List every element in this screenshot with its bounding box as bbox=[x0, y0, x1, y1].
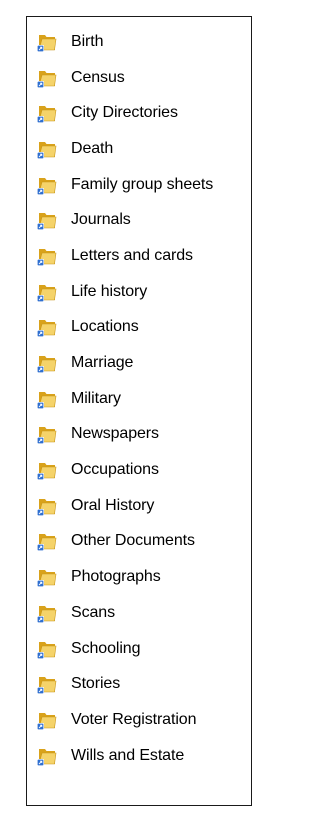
folder-icon bbox=[37, 498, 57, 516]
folder-icon bbox=[37, 570, 57, 588]
folder-list: Birth Census City Directories Death Family g… bbox=[35, 24, 251, 773]
folder-icon bbox=[37, 34, 57, 52]
folder-item[interactable]: Locations bbox=[35, 310, 251, 346]
folder-item-label: Stories bbox=[71, 675, 121, 693]
folder-item-label: Marriage bbox=[71, 354, 134, 372]
folder-item[interactable]: Stories bbox=[35, 666, 251, 702]
folder-item[interactable]: Other Documents bbox=[35, 524, 251, 560]
folder-item[interactable]: Census bbox=[35, 60, 251, 96]
folder-item[interactable]: Voter Registration bbox=[35, 702, 251, 738]
folder-item[interactable]: City Directories bbox=[35, 95, 251, 131]
folder-item[interactable]: Death bbox=[35, 131, 251, 167]
folder-icon bbox=[37, 427, 57, 445]
folder-icon bbox=[37, 320, 57, 338]
folder-item[interactable]: Family group sheets bbox=[35, 167, 251, 203]
folder-list-panel: Birth Census City Directories Death Family g… bbox=[26, 16, 252, 806]
folder-item-label: Locations bbox=[71, 318, 139, 336]
folder-item-label: Voter Registration bbox=[71, 710, 197, 728]
folder-icon bbox=[37, 534, 57, 552]
folder-item-label: Birth bbox=[71, 32, 104, 50]
folder-item-label: Oral History bbox=[71, 496, 155, 514]
folder-icon bbox=[37, 213, 57, 231]
folder-item-label: Death bbox=[71, 139, 114, 157]
folder-item[interactable]: Letters and cards bbox=[35, 238, 251, 274]
folder-item-label: Photographs bbox=[71, 568, 161, 586]
folder-item[interactable]: Birth bbox=[35, 24, 251, 60]
folder-item[interactable]: Newspapers bbox=[35, 417, 251, 453]
folder-item[interactable]: Photographs bbox=[35, 559, 251, 595]
folder-icon bbox=[37, 391, 57, 409]
folder-item-label: City Directories bbox=[71, 104, 178, 122]
folder-icon bbox=[37, 677, 57, 695]
folder-icon bbox=[37, 106, 57, 124]
folder-icon bbox=[37, 641, 57, 659]
folder-icon bbox=[37, 177, 57, 195]
folder-item[interactable]: Journals bbox=[35, 202, 251, 238]
folder-item[interactable]: Oral History bbox=[35, 488, 251, 524]
folder-item-label: Occupations bbox=[71, 461, 159, 479]
folder-icon bbox=[37, 141, 57, 159]
folder-icon bbox=[37, 284, 57, 302]
folder-item[interactable]: Scans bbox=[35, 595, 251, 631]
folder-item-label: Census bbox=[71, 68, 125, 86]
folder-icon bbox=[37, 70, 57, 88]
folder-item-label: Scans bbox=[71, 603, 115, 621]
folder-item[interactable]: Marriage bbox=[35, 345, 251, 381]
folder-icon bbox=[37, 463, 57, 481]
folder-item[interactable]: Occupations bbox=[35, 452, 251, 488]
folder-item-label: Wills and Estate bbox=[71, 746, 185, 764]
folder-item[interactable]: Wills and Estate bbox=[35, 738, 251, 774]
folder-icon bbox=[37, 712, 57, 730]
folder-icon bbox=[37, 356, 57, 374]
folder-item-label: Family group sheets bbox=[71, 175, 214, 193]
folder-item[interactable]: Schooling bbox=[35, 631, 251, 667]
folder-item[interactable]: Military bbox=[35, 381, 251, 417]
folder-item-label: Military bbox=[71, 389, 121, 407]
folder-item-label: Journals bbox=[71, 211, 131, 229]
folder-icon bbox=[37, 248, 57, 266]
folder-item-label: Schooling bbox=[71, 639, 141, 657]
folder-icon bbox=[37, 748, 57, 766]
folder-item-label: Life history bbox=[71, 282, 148, 300]
folder-item-label: Letters and cards bbox=[71, 246, 193, 264]
folder-item-label: Other Documents bbox=[71, 532, 195, 550]
folder-item-label: Newspapers bbox=[71, 425, 159, 443]
folder-icon bbox=[37, 605, 57, 623]
folder-item[interactable]: Life history bbox=[35, 274, 251, 310]
